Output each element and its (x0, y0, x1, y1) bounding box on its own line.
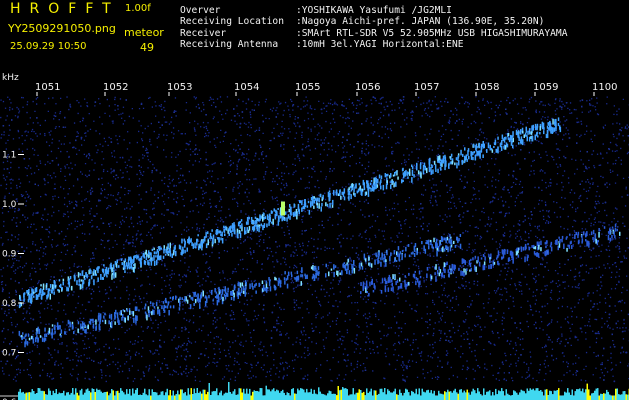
x-tick-label: 1053 (167, 82, 192, 93)
x-tick-label: 1054 (234, 82, 259, 93)
filename-label: YY2509291050.png (8, 22, 116, 35)
spectrogram: 1.11.00.90.80.70.61051105210531054105510… (0, 74, 629, 400)
x-tick-label: 1058 (474, 82, 499, 93)
y-tick-label: 0.9 (2, 250, 17, 260)
meta-label: Receiver (180, 27, 227, 39)
meteor-echo (281, 201, 285, 216)
x-tick-label: 1051 (35, 82, 60, 93)
meta-value: :SMArt RTL-SDR V5 52.905MHz USB HIGASHIM… (296, 27, 568, 39)
x-tick-label: 1052 (103, 82, 128, 93)
meta-label: Receiving Location (180, 16, 284, 28)
meta-value: :YOSHIKAWA Yasufumi /JG2MLI (296, 5, 452, 16)
meteor-count: 49 (140, 41, 154, 54)
x-tick-label: 1100 (592, 82, 617, 93)
app-title: HROFFT (10, 1, 120, 17)
plot-background (0, 74, 629, 400)
x-tick-label: 1057 (414, 82, 439, 93)
header-panel: HROFFT 1.00f YY2509291050.png meteor 25.… (0, 0, 629, 74)
timestamp-label: 25.09.29 10:50 (10, 41, 87, 52)
meta-row-location: Receiving Location :Nagoya Aichi-pref. JA… (180, 16, 567, 27)
y-tick-label: 1.1 (2, 151, 16, 161)
meta-row-receiver: Receiver :SMArt RTL-SDR V5 52.905MHz USB … (180, 28, 567, 39)
meta-row-antenna: Receiving Antenna :10mH 3el.YAGI Horizont… (180, 39, 567, 50)
version-label: 1.00f (125, 3, 151, 14)
x-tick-label: 1055 (295, 82, 320, 93)
y-unit-label: kHz (2, 73, 19, 83)
station-metadata: Overver :YOSHIKAWA Yasufumi /JG2MLI Recei… (180, 5, 567, 50)
x-tick-label: 1059 (533, 82, 558, 93)
x-tick-label: 1056 (355, 82, 380, 93)
meta-row-observer: Overver :YOSHIKAWA Yasufumi /JG2MLI (180, 5, 567, 16)
y-tick-label: 1.0 (2, 200, 17, 210)
y-tick-label: 0.7 (2, 349, 16, 359)
mode-label: meteor (124, 26, 164, 39)
meta-label: Overver (180, 5, 221, 16)
y-tick-label: 0.8 (2, 299, 17, 309)
meta-label: Receiving Antenna (180, 38, 279, 50)
meta-value: :Nagoya Aichi-pref. JAPAN (136.90E, 35.2… (296, 16, 545, 28)
meta-value: :10mH 3el.YAGI Horizontal:ENE (296, 38, 464, 50)
